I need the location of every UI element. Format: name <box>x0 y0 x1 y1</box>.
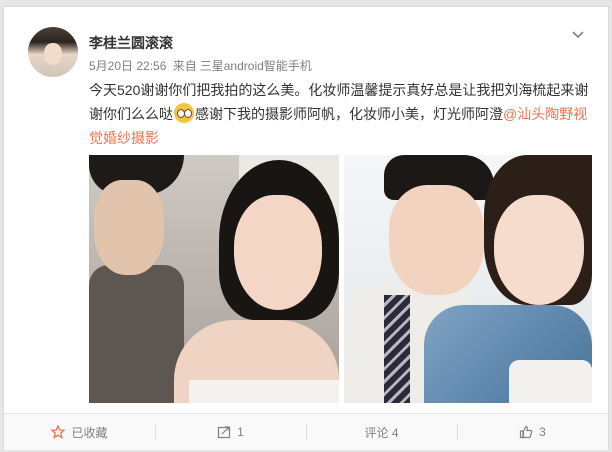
woman-face-2 <box>494 195 584 305</box>
post-text: 今天520谢谢你们把我拍的这么美。化妆师温馨提示真好总是让我把刘海梳起来谢谢你们… <box>89 78 594 150</box>
post-meta: 5月20日 22:56 来自 三星android智能手机 <box>89 57 315 74</box>
post-source[interactable]: 三星android智能手机 <box>200 59 312 73</box>
woman-face <box>234 195 322 310</box>
like-count: 3 <box>539 425 546 439</box>
white-dress <box>509 360 592 403</box>
wedding-dress <box>189 380 339 403</box>
comment-label: 评论 4 <box>364 425 399 440</box>
smile-emoji-icon <box>174 103 194 123</box>
author-name[interactable]: 李桂兰圆滚滚 <box>89 33 173 53</box>
post-text-part2: 感谢下我的摄影师阿帆，化妆师小美，灯光师阿澄 <box>195 106 503 122</box>
repost-icon <box>218 426 231 439</box>
weibo-post-card: 李桂兰圆滚滚 5月20日 22:56 来自 三星android智能手机 今天520… <box>3 6 609 450</box>
repost-count: 1 <box>237 425 244 439</box>
man-jacket <box>89 265 184 403</box>
favorite-button[interactable]: 已收藏 <box>4 414 155 450</box>
post-action-bar: 已收藏 1 评论 4 3 <box>4 413 608 450</box>
comment-button[interactable]: 评论 4 <box>306 414 457 450</box>
man-face-2 <box>389 185 484 295</box>
post-photo-1[interactable] <box>89 155 339 403</box>
man-tie <box>384 295 410 403</box>
favorite-label: 已收藏 <box>71 425 108 440</box>
man-face <box>94 180 164 275</box>
like-button[interactable]: 3 <box>457 414 608 450</box>
star-icon <box>51 425 66 439</box>
source-prefix: 来自 <box>172 59 197 73</box>
thumbs-up-icon <box>520 425 533 439</box>
post-photo-2[interactable] <box>344 155 592 403</box>
avatar[interactable] <box>28 27 78 77</box>
repost-button[interactable]: 1 <box>155 414 306 450</box>
avatar-face <box>44 43 62 65</box>
chevron-down-icon[interactable] <box>570 27 586 43</box>
post-date[interactable]: 5月20日 22:56 <box>89 59 166 73</box>
